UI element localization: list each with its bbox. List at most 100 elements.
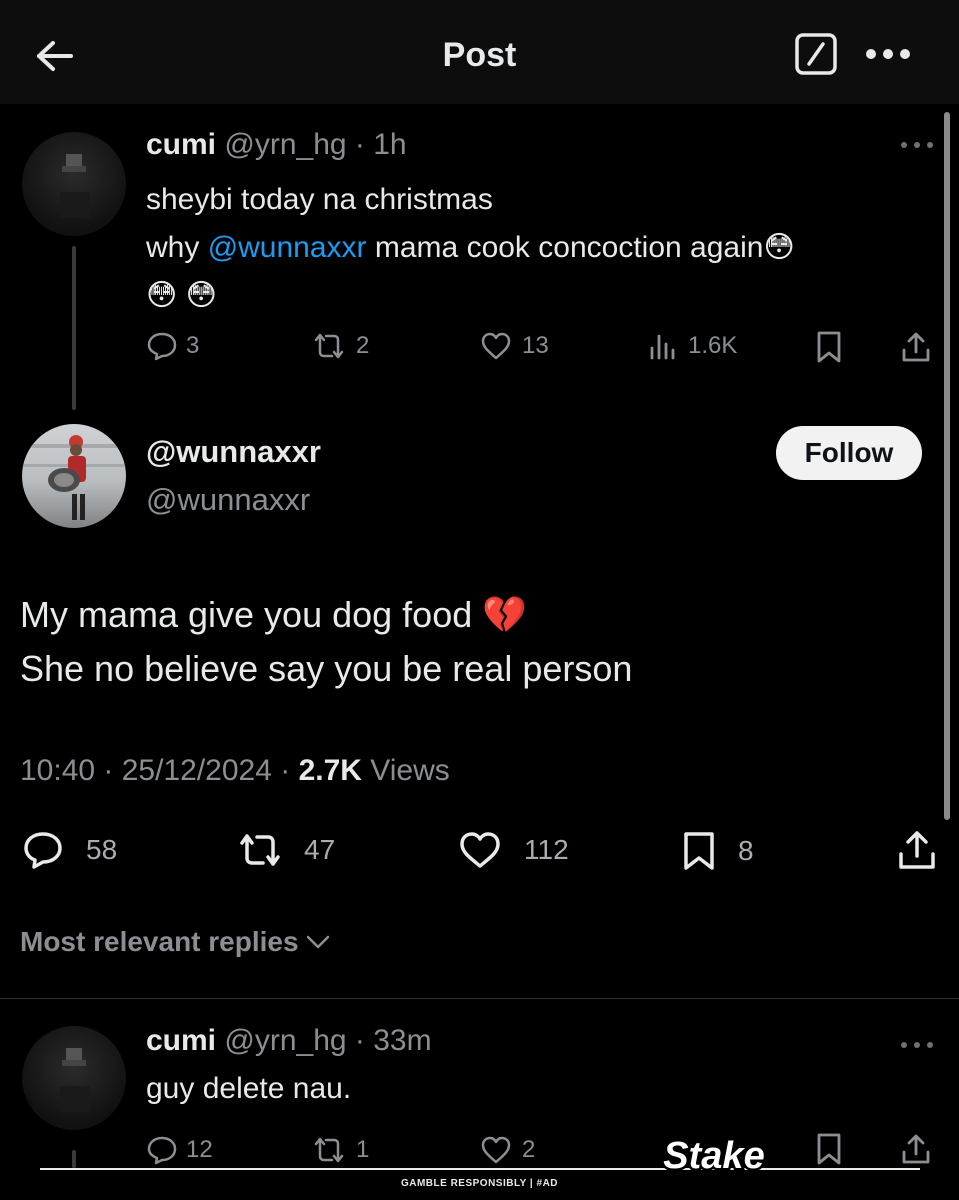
tweet-time[interactable]: 1h bbox=[373, 128, 406, 161]
bookmark-button[interactable] bbox=[814, 330, 844, 364]
avatar[interactable] bbox=[22, 1026, 126, 1130]
author-name[interactable]: cumi bbox=[146, 128, 216, 161]
tweet-header: cumi @yrn_hg · 33m bbox=[146, 1024, 432, 1058]
more-dots-icon bbox=[901, 1042, 933, 1048]
views-label: Views bbox=[370, 754, 450, 787]
tweet-header: cumi @yrn_hg · 1h bbox=[146, 128, 407, 162]
share-button[interactable] bbox=[900, 330, 932, 364]
like-count: 112 bbox=[524, 834, 569, 865]
avatar[interactable] bbox=[22, 424, 126, 528]
compose-button[interactable] bbox=[792, 30, 840, 78]
analytics-icon bbox=[650, 334, 675, 360]
separator-dot: · bbox=[346, 1024, 374, 1057]
follow-button[interactable]: Follow bbox=[776, 426, 922, 480]
avatar-image bbox=[22, 435, 126, 520]
separator-dot: · bbox=[346, 128, 374, 161]
repost-icon bbox=[314, 1137, 344, 1163]
bookmark-icon bbox=[817, 1133, 841, 1165]
emoji: 😳 bbox=[763, 231, 795, 264]
like-count: 2 bbox=[522, 1136, 536, 1163]
tweet-text-line: why @wunnaxxr mama cook concoction again… bbox=[146, 224, 936, 272]
top-bar: Post bbox=[0, 0, 959, 104]
bookmark-icon bbox=[684, 832, 714, 870]
tweet-time[interactable]: 10:40 bbox=[20, 754, 95, 787]
separator-dot: · bbox=[271, 754, 299, 787]
heart-icon bbox=[481, 332, 511, 360]
tweet-text-line: sheybi today na christmas bbox=[146, 183, 493, 216]
bookmark-button[interactable] bbox=[814, 1132, 844, 1166]
reply-icon bbox=[24, 832, 62, 869]
bookmark-button[interactable]: 8 bbox=[680, 830, 754, 872]
share-button[interactable] bbox=[900, 1132, 932, 1166]
stake-logo-text: Stake bbox=[663, 1135, 764, 1177]
stake-logo[interactable]: Stake bbox=[656, 1130, 772, 1180]
ad-disclaimer: GAMBLE RESPONSIBLY | #AD bbox=[400, 1178, 559, 1189]
like-button[interactable]: 13 bbox=[480, 330, 549, 362]
text-fragment: My mama give you dog food bbox=[20, 594, 483, 635]
repost-count: 2 bbox=[356, 332, 370, 359]
emoji-line: 😳 😳 bbox=[146, 279, 217, 312]
author-handle[interactable]: @yrn_hg bbox=[224, 1024, 346, 1057]
views-count: 2.7K bbox=[298, 754, 362, 787]
sort-selector[interactable]: Most relevant replies bbox=[20, 926, 331, 958]
reply-count: 3 bbox=[186, 332, 200, 359]
like-button[interactable]: 2 bbox=[480, 1134, 535, 1166]
share-icon bbox=[899, 831, 935, 869]
heart-icon bbox=[460, 832, 500, 868]
reply-button[interactable]: 58 bbox=[22, 830, 117, 870]
share-icon bbox=[902, 1134, 930, 1164]
reply-count: 12 bbox=[186, 1136, 213, 1163]
more-options-button[interactable] bbox=[860, 30, 916, 78]
thread-line bbox=[72, 1150, 76, 1168]
reply-icon bbox=[147, 332, 177, 361]
reply-button[interactable]: 3 bbox=[146, 330, 199, 362]
author-handle[interactable]: @wunnaxxr bbox=[146, 482, 310, 518]
bookmark-icon bbox=[817, 331, 841, 363]
tweet-text-line: She no believe say you be real person bbox=[20, 648, 633, 689]
views-count: 1.6K bbox=[688, 332, 738, 359]
author-name[interactable]: cumi bbox=[146, 1024, 216, 1057]
separator-dot: · bbox=[95, 754, 122, 787]
avatar-image bbox=[60, 154, 90, 218]
sort-label: Most relevant replies bbox=[20, 926, 299, 957]
chevron-down-icon bbox=[306, 935, 329, 949]
repost-button[interactable]: 2 bbox=[310, 330, 369, 362]
heart-icon bbox=[481, 1136, 511, 1164]
more-dots-icon bbox=[901, 142, 933, 148]
tweet-timestamp: 10:40 · 25/12/2024 · 2.7K Views bbox=[20, 754, 450, 788]
tweet-text: My mama give you dog food 💔 She no belie… bbox=[20, 588, 920, 696]
views-button[interactable]: 1.6K bbox=[648, 330, 737, 362]
thread-line bbox=[72, 246, 76, 410]
text-fragment: why bbox=[146, 231, 208, 264]
repost-icon bbox=[314, 333, 344, 359]
tweet-date[interactable]: 25/12/2024 bbox=[122, 754, 272, 787]
tweet-time[interactable]: 33m bbox=[373, 1024, 431, 1057]
share-button[interactable] bbox=[896, 828, 938, 872]
more-dots-icon bbox=[866, 49, 910, 59]
ad-divider bbox=[40, 1168, 920, 1170]
tweet-text-line: My mama give you dog food 💔 bbox=[20, 588, 920, 642]
repost-icon bbox=[240, 834, 280, 866]
tweet-text: sheybi today na christmas why @wunnaxxr … bbox=[146, 176, 936, 320]
avatar-image bbox=[60, 1048, 90, 1112]
like-count: 13 bbox=[522, 332, 549, 359]
reply-button[interactable]: 12 bbox=[146, 1134, 213, 1166]
compose-icon bbox=[795, 33, 837, 75]
scrollbar[interactable] bbox=[944, 112, 950, 820]
avatar[interactable] bbox=[22, 132, 126, 236]
tweet-text: guy delete nau. bbox=[146, 1072, 352, 1105]
author-handle[interactable]: @yrn_hg bbox=[224, 128, 346, 161]
tweet-more-button[interactable] bbox=[900, 1036, 934, 1054]
share-icon bbox=[902, 332, 930, 362]
repost-button[interactable]: 1 bbox=[310, 1134, 369, 1166]
reply-count: 58 bbox=[86, 834, 118, 865]
text-fragment: mama cook concoction again bbox=[366, 231, 764, 264]
repost-count: 47 bbox=[304, 834, 336, 865]
stake-logo-image: Stake bbox=[661, 1133, 767, 1180]
like-button[interactable]: 112 bbox=[458, 830, 569, 870]
mention-link[interactable]: @wunnaxxr bbox=[208, 231, 367, 264]
repost-button[interactable]: 47 bbox=[236, 830, 335, 870]
tweet-more-button[interactable] bbox=[900, 136, 934, 154]
author-display-name[interactable]: @wunnaxxr bbox=[146, 434, 321, 470]
bookmark-count: 8 bbox=[738, 835, 754, 866]
